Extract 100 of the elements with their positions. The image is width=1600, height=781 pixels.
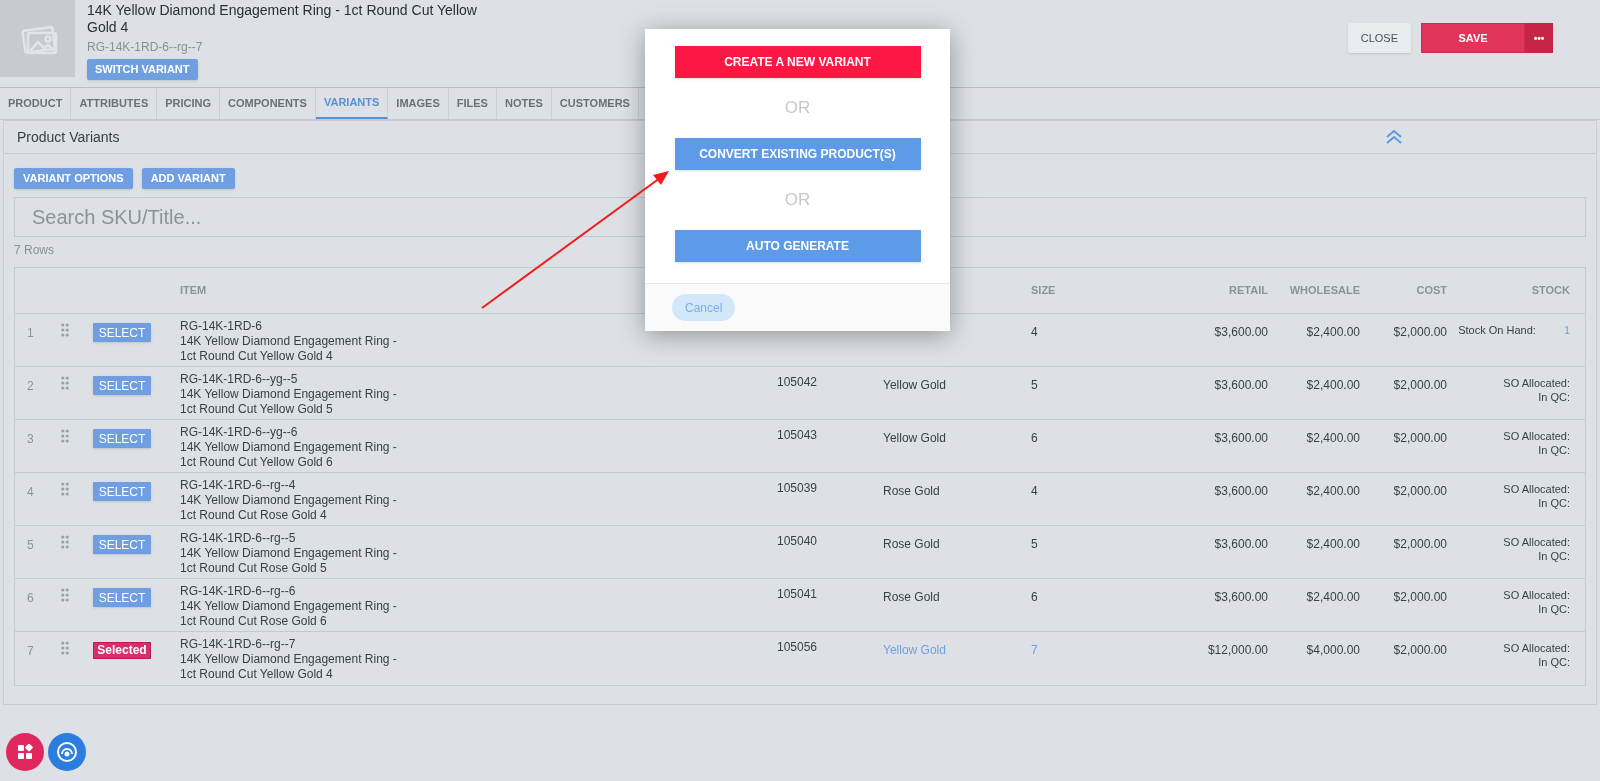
tab[interactable]: PRICING xyxy=(157,88,221,119)
table-cell-text: $2,400.00 xyxy=(1306,589,1360,606)
row-number: 5 xyxy=(27,538,34,552)
table-cell: 5 xyxy=(1031,537,1038,551)
item-sku: RG-14K-1RD-6 xyxy=(180,319,263,334)
row-number: 2 xyxy=(27,379,34,393)
stock-label: In QC: xyxy=(1538,390,1570,404)
table-cell-text: $3,600.00 xyxy=(1214,377,1268,394)
cancel-button[interactable]: Cancel xyxy=(672,294,736,321)
table-cell: 5 xyxy=(1031,378,1038,392)
tab[interactable]: ATTRIBUTES xyxy=(71,88,158,119)
product-title: 14K Yellow Diamond Engagement Ring - 1ct Round Cut Yellow Gold 4 xyxy=(87,2,478,36)
row-number: 7 xyxy=(27,644,34,658)
table-cell: 105041 xyxy=(777,587,818,601)
apps-button[interactable] xyxy=(6,733,44,771)
select-button[interactable]: SELECT xyxy=(93,323,151,342)
table-cell-text: $2,400.00 xyxy=(1306,430,1360,447)
table-cell-text: $12,000.00 xyxy=(1207,642,1268,659)
table-cell: 105042 xyxy=(777,375,818,389)
toolbar-button[interactable]: VARIANT OPTIONS xyxy=(14,168,133,189)
drag-handle-icon[interactable] xyxy=(61,429,69,443)
item-name: 14K Yellow Diamond Engagement Ring - 1ct Round Cut Rose Gold 5 xyxy=(180,546,398,576)
table-cell-text: $2,400.00 xyxy=(1306,483,1360,500)
table-cell-text: $2,000.00 xyxy=(1393,483,1447,500)
tab[interactable]: FILES xyxy=(448,88,497,119)
table-cell: Rose Gold xyxy=(883,537,940,551)
support-button[interactable] xyxy=(48,733,86,771)
table-cell-text: $2,000.00 xyxy=(1393,377,1447,394)
item-name: 14K Yellow Diamond Engagement Ring - 1ct Round Cut Rose Gold 6 xyxy=(180,599,398,629)
row-count: 7 Rows xyxy=(14,242,54,259)
metal-link[interactable]: Yellow Gold xyxy=(883,643,946,657)
headset-icon xyxy=(56,741,78,763)
or-divider: OR xyxy=(784,189,811,212)
stock-label: In QC: xyxy=(1538,496,1570,510)
item-name: 14K Yellow Diamond Engagement Ring - 1ct Round Cut Yellow Gold 5 xyxy=(180,387,398,417)
stock-link[interactable]: 1 xyxy=(1563,323,1570,337)
stock-label: Stock On Hand: xyxy=(1458,323,1536,337)
create-variant-button[interactable]: CREATE A NEW VARIANT xyxy=(674,46,921,78)
table-cell: 4 xyxy=(1031,484,1038,498)
tab[interactable]: VARIANTS xyxy=(315,88,389,119)
stock-label: In QC: xyxy=(1538,549,1570,563)
size-link[interactable]: 7 xyxy=(1031,643,1038,657)
switch-variant-button[interactable]: SWITCH VARIANT xyxy=(87,59,198,80)
product-sku: RG-14K-1RD-6--rg--7 xyxy=(87,39,204,56)
table-cell-text: $2,400.00 xyxy=(1306,536,1360,553)
item-sku: RG-14K-1RD-6--rg--7 xyxy=(180,637,296,652)
toolbar-button[interactable]: ADD VARIANT xyxy=(141,168,235,189)
stock-label: SO Allocated: xyxy=(1503,535,1570,549)
select-button[interactable]: SELECT xyxy=(93,482,151,501)
drag-handle-icon[interactable] xyxy=(61,641,69,655)
table-cell: 6 xyxy=(1031,590,1038,604)
table-cell: Yellow Gold xyxy=(883,431,946,445)
item-sku: RG-14K-1RD-6--yg--5 xyxy=(180,372,298,387)
collapse-icon[interactable] xyxy=(1385,129,1403,145)
action-button[interactable]: CONVERT EXISTING PRODUCT(S) xyxy=(674,138,921,170)
tab[interactable]: NOTES xyxy=(496,88,552,119)
drag-handle-icon[interactable] xyxy=(61,376,69,390)
tab[interactable]: PRODUCT xyxy=(0,88,72,119)
stock-label: SO Allocated: xyxy=(1503,588,1570,602)
select-button[interactable]: SELECT xyxy=(93,535,151,554)
table-cell-text: $2,400.00 xyxy=(1306,377,1360,394)
select-button[interactable]: SELECT xyxy=(93,588,151,607)
panel-title: Product Variants xyxy=(17,127,120,147)
drag-handle-icon[interactable] xyxy=(61,588,69,602)
item-sku: RG-14K-1RD-6--rg--4 xyxy=(180,478,296,493)
table-cell-text: $2,000.00 xyxy=(1393,430,1447,447)
table-cell-text: $3,600.00 xyxy=(1214,483,1268,500)
drag-handle-icon[interactable] xyxy=(61,535,69,549)
drag-handle-icon[interactable] xyxy=(61,323,69,337)
table-cell-text: $2,000.00 xyxy=(1393,324,1447,341)
stock-label: In QC: xyxy=(1538,602,1570,616)
column-header: SIZE xyxy=(1030,283,1057,299)
table-cell-text: $3,600.00 xyxy=(1214,589,1268,606)
stock-label: SO Allocated: xyxy=(1503,376,1570,390)
table-cell-text: $2,000.00 xyxy=(1393,589,1447,606)
select-button[interactable]: SELECT xyxy=(93,376,151,395)
select-button[interactable]: SELECT xyxy=(93,429,151,448)
action-button[interactable]: AUTO GENERATE xyxy=(674,230,921,262)
row-number: 4 xyxy=(27,485,34,499)
row-number: 3 xyxy=(27,432,34,446)
tab[interactable]: CUSTOMERS xyxy=(551,88,639,119)
column-header: STOCK xyxy=(1531,283,1570,299)
table-cell: Yellow Gold xyxy=(883,378,946,392)
drag-handle-icon[interactable] xyxy=(61,482,69,496)
save-button[interactable]: SAVE xyxy=(1421,23,1525,53)
tab[interactable]: IMAGES xyxy=(388,88,449,119)
column-header: ITEM xyxy=(179,283,208,299)
apps-icon xyxy=(17,744,33,760)
table-cell: 6 xyxy=(1031,431,1038,445)
more-button[interactable]: ••• xyxy=(1525,23,1553,53)
close-button[interactable]: CLOSE xyxy=(1347,23,1411,53)
table-cell: Rose Gold xyxy=(883,484,940,498)
item-name: 14K Yellow Diamond Engagement Ring - 1ct Round Cut Yellow Gold 4 xyxy=(180,334,398,364)
table-cell: 105043 xyxy=(777,428,818,442)
table-cell: 4 xyxy=(1031,325,1038,339)
stock-label: SO Allocated: xyxy=(1503,641,1570,655)
stock-label: SO Allocated: xyxy=(1503,482,1570,496)
table-cell-text: $3,600.00 xyxy=(1214,324,1268,341)
tab[interactable]: COMPONENTS xyxy=(220,88,316,119)
table-cell-text: $2,000.00 xyxy=(1393,642,1447,659)
